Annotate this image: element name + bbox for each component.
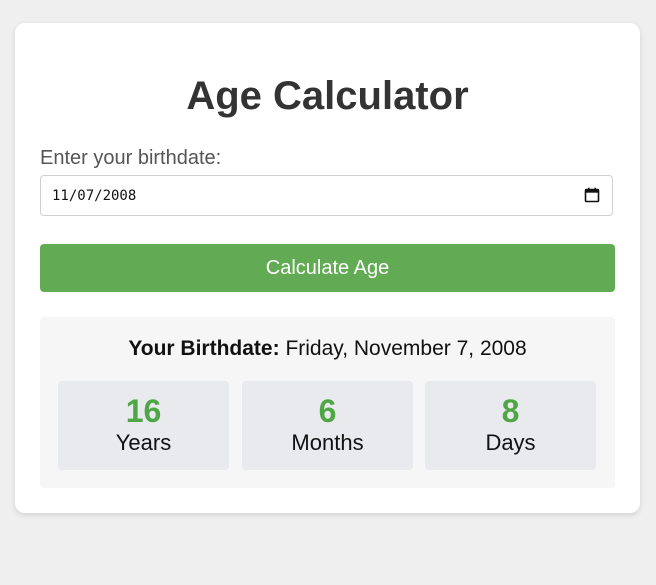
page-title: Age Calculator bbox=[186, 74, 469, 118]
months-label: Months bbox=[291, 430, 364, 455]
birthdate-summary-value: Friday, November 7, 2008 bbox=[285, 337, 527, 360]
age-calculator-card: Age Calculator Enter your birthdate: 11/… bbox=[15, 23, 640, 513]
birthdate-value[interactable]: 11/07/2008 bbox=[52, 187, 136, 205]
days-value: 8 bbox=[501, 393, 520, 429]
result-panel: Your Birthdate: Friday, November 7, 2008… bbox=[40, 317, 615, 488]
birthdate-input[interactable]: 11/07/2008 bbox=[40, 175, 613, 216]
days-label: Days bbox=[485, 430, 536, 455]
years-label: Years bbox=[115, 430, 172, 455]
calendar-icon[interactable] bbox=[584, 187, 600, 203]
days-stat: 8 Days bbox=[425, 381, 596, 470]
months-value: 6 bbox=[318, 393, 337, 429]
years-stat: 16 Years bbox=[58, 381, 229, 470]
birthdate-summary: Your Birthdate: Friday, November 7, 2008 bbox=[40, 336, 615, 362]
months-stat: 6 Months bbox=[242, 381, 413, 470]
birthdate-summary-label: Your Birthdate: bbox=[128, 337, 280, 360]
years-value: 16 bbox=[125, 393, 162, 429]
calculate-age-button[interactable]: Calculate Age bbox=[40, 244, 615, 292]
birthdate-label: Enter your birthdate: bbox=[40, 147, 222, 169]
